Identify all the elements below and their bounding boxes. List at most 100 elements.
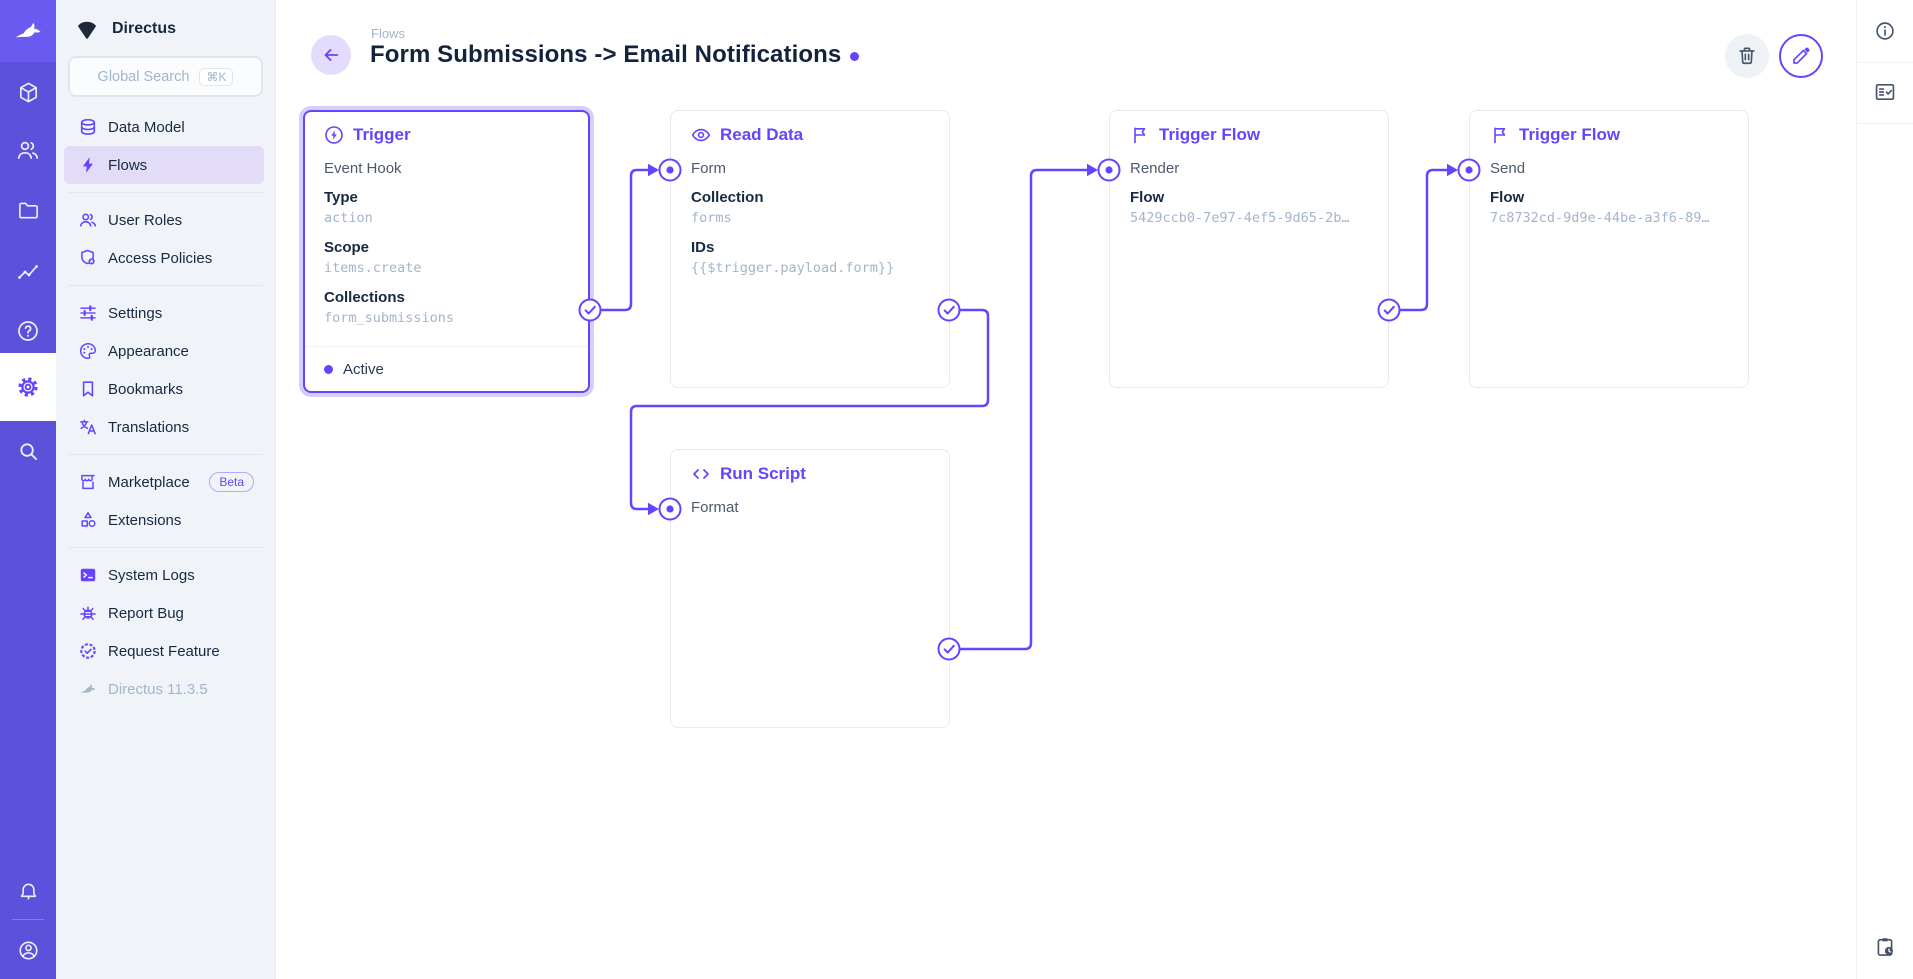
trash-icon [1736,45,1758,67]
arrowhead [1447,164,1458,176]
panel-operation-name: Send [1490,158,1728,179]
sidebar-item-label: Extensions [108,512,181,529]
project-logo-icon [74,16,100,42]
sidebar-item-request-feature[interactable]: Request Feature [64,632,264,670]
edit-flow-button[interactable] [1779,34,1823,78]
logs-list-button[interactable] [1857,64,1913,120]
panel-field: IDs {{$trigger.payload.form}} [691,237,929,279]
panel-field: Flow 5429ccb0-7e97-4ef5-9d65-2b… [1130,187,1368,229]
flow-panel-trigger-flow-send[interactable]: Trigger Flow Send Flow 7c8732cd-9d9e-44b… [1469,110,1749,388]
delete-flow-button[interactable] [1725,34,1769,78]
shapes-icon [79,511,97,529]
terminal-icon [79,566,97,584]
sidebar-item-flows[interactable]: Flows [64,146,264,184]
sidebar-item-user-roles[interactable]: User Roles [64,201,264,239]
panel-header: Trigger Flow [1130,125,1368,145]
beta-badge: Beta [209,472,254,492]
directus-rabbit-logo-icon [13,16,43,46]
nav-divider [68,454,263,455]
notifications-button[interactable] [0,864,56,920]
module-rail [0,0,56,979]
module-help[interactable] [0,303,56,359]
flag-icon [1130,125,1150,145]
module-search[interactable] [0,423,56,479]
panel-title: Trigger Flow [1159,125,1260,145]
arrowhead [648,164,659,176]
sidebar-item-label: Access Policies [108,250,212,267]
rail-divider [12,919,44,920]
trigger-status-footer[interactable]: Active [305,346,588,391]
flow-panel-trigger[interactable]: Trigger Event Hook Type action Scope ite… [303,110,590,393]
fact-check-icon [1874,81,1896,103]
page-title: Form Submissions -> Email Notifications [370,41,841,69]
storefront-icon [79,473,97,491]
panel-operation-name: Render [1130,158,1368,179]
account-circle-icon [17,939,40,962]
panel-field: Collections form_submissions [324,287,569,329]
bookmark-icon [79,380,97,398]
project-row[interactable]: Directus [56,0,275,52]
flag-icon [1490,125,1510,145]
flow-panel-run-script[interactable]: Run Script Format [670,449,950,728]
user-roles-icon [79,211,97,229]
sidebar-item-extensions[interactable]: Extensions [64,501,264,539]
module-user-directory[interactable] [0,122,56,178]
bolt-circle-icon [324,125,344,145]
bolt-icon [79,156,97,174]
account-button[interactable] [0,922,56,978]
tune-sliders-icon [79,304,97,322]
nav-divider [68,192,263,193]
info-icon [1874,20,1896,42]
module-content[interactable] [0,64,56,120]
sidebar-item-access-policies[interactable]: Access Policies [64,239,264,277]
insights-chart-icon [16,259,40,283]
sidebar-item-translations[interactable]: Translations [64,408,264,446]
code-icon [691,464,711,484]
panel-field: Collection forms [691,187,929,229]
sidebar-item-label: System Logs [108,567,195,584]
sidebar-item-settings[interactable]: Settings [64,294,264,332]
breadcrumb[interactable]: Flows [371,26,405,41]
directus-version-logo-icon [79,680,97,698]
flow-info-button[interactable] [1857,3,1913,59]
panel-title: Trigger Flow [1519,125,1620,145]
panel-title: Run Script [720,464,806,484]
sidebar-item-label: Marketplace [108,474,190,491]
module-insights[interactable] [0,243,56,299]
sidebar-item-marketplace[interactable]: Marketplace Beta [64,463,264,501]
flow-panel-trigger-flow-render[interactable]: Trigger Flow Render Flow 5429ccb0-7e97-4… [1109,110,1389,388]
sidebar-item-label: Translations [108,419,189,436]
panel-header: Trigger Flow [1490,125,1728,145]
sidebar-item-label: Appearance [108,343,189,360]
panel-header: Run Script [691,464,929,484]
back-button[interactable] [311,35,351,75]
sidebar-item-label: Flows [108,157,147,174]
search-icon [17,440,40,463]
sidebar-item-label: Data Model [108,119,185,136]
sidebar-item-report-bug[interactable]: Report Bug [64,594,264,632]
panel-field: Type action [324,187,569,229]
module-settings[interactable] [0,353,56,421]
sidebar-item-system-logs[interactable]: System Logs [64,556,264,594]
bell-icon [17,881,40,904]
verified-badge-icon [79,642,97,660]
global-search-input[interactable]: Global Search ⌘K [68,56,263,97]
sidebar-item-data-model[interactable]: Data Model [64,108,264,146]
sidebar-item-label: Bookmarks [108,381,183,398]
panel-operation-name: Format [691,497,929,518]
directus-logo-tile[interactable] [0,0,56,62]
sidebar-item-label: User Roles [108,212,182,229]
pending-tasks-button[interactable] [1857,919,1913,975]
module-file-library[interactable] [0,182,56,238]
sidebar-item-bookmarks[interactable]: Bookmarks [64,370,264,408]
flow-panel-read-data[interactable]: Read Data Form Collection forms IDs {{$t… [670,110,950,388]
wire-render-to-send [1389,170,1447,310]
users-icon [16,138,40,162]
panel-operation-name: Form [691,158,929,179]
sidebar-item-appearance[interactable]: Appearance [64,332,264,370]
status-label: Active [343,361,384,378]
wire-trigger-to-read-data [590,170,648,310]
wire-run-script-to-render [949,170,1087,649]
translate-icon [79,418,97,436]
version-label: Directus 11.3.5 [108,681,208,698]
